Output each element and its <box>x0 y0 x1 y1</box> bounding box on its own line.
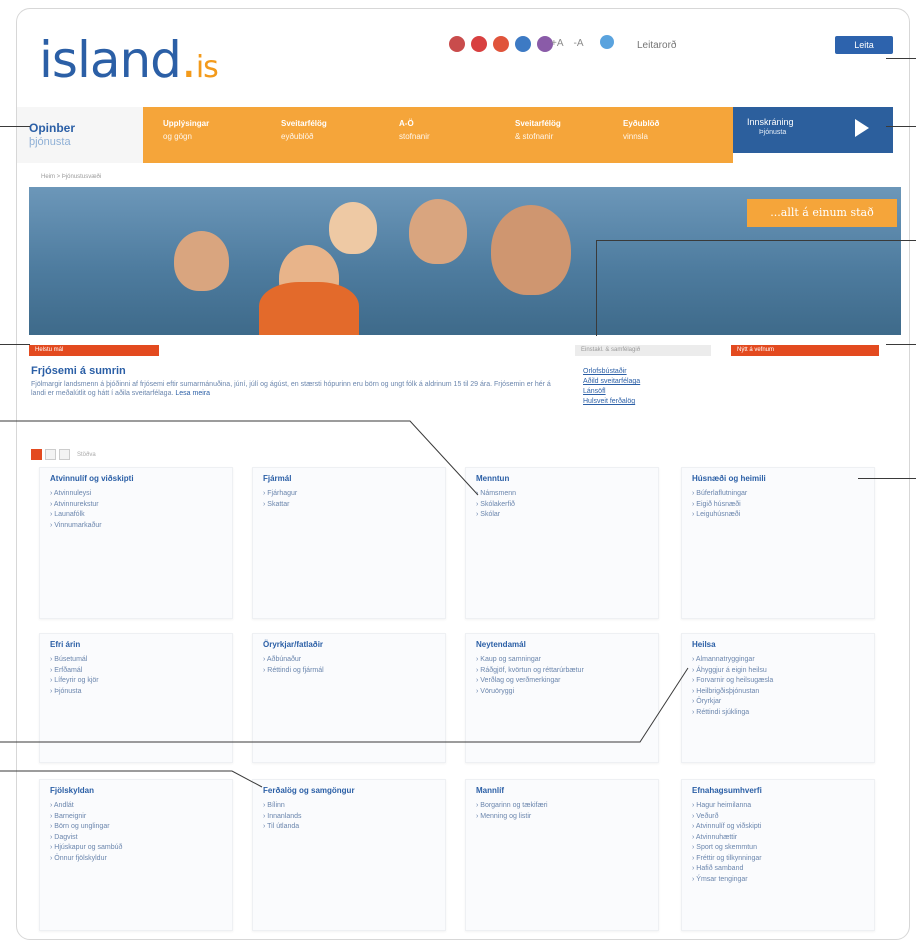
callout-line <box>0 770 263 788</box>
callout-lines-svg <box>0 420 689 788</box>
callout-line <box>0 667 689 743</box>
callout-line <box>0 420 479 496</box>
